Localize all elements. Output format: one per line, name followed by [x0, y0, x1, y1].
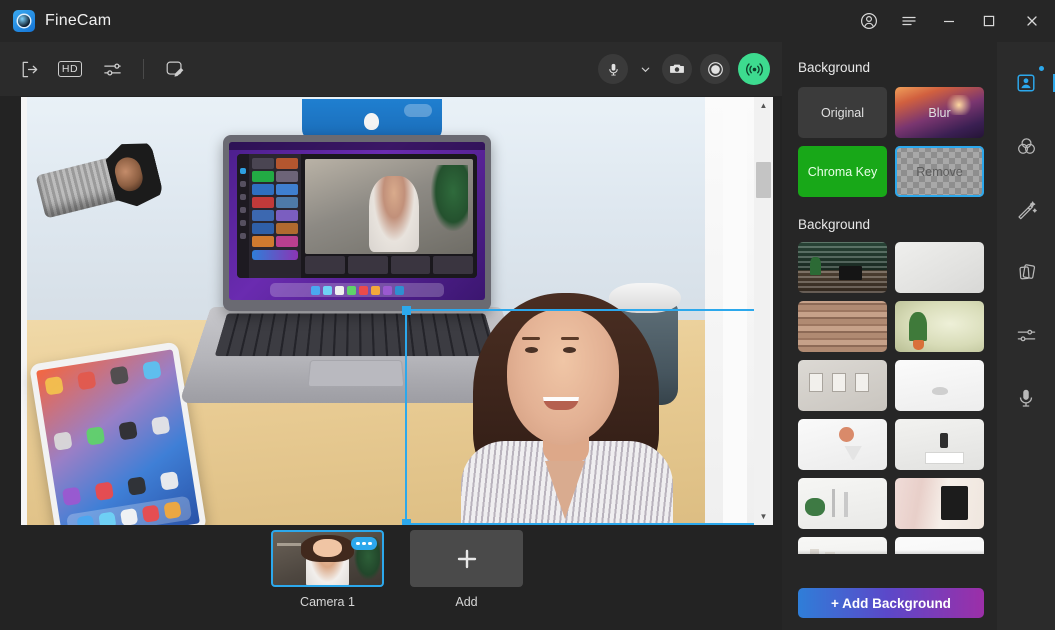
app-branding: FineCam	[0, 10, 111, 32]
camera-source-item[interactable]: Camera 1	[271, 530, 384, 609]
scene-ipad	[29, 341, 207, 525]
hd-icon[interactable]: HD	[54, 54, 86, 84]
mode-label-blur: Blur	[928, 105, 951, 120]
add-camera-item[interactable]: Add	[410, 530, 523, 609]
mode-label-chroma-key: Chroma Key	[807, 164, 878, 179]
hamburger-menu-icon[interactable]	[889, 0, 929, 42]
toolbar-left-group: HD	[12, 42, 191, 96]
background-thumb-white-textured-wall[interactable]	[895, 242, 984, 293]
finecam-app-window: FineCam HD ▲ ▼ Camera 1 Add Background O…	[0, 0, 1055, 630]
rail-item-scenes[interactable]	[1011, 257, 1041, 287]
background-thumb-white-bathroom-shelf[interactable]	[798, 537, 887, 554]
background-panel: Background Original Blur Chroma Key Remo…	[782, 42, 997, 630]
background-thumb-framed-art-wall[interactable]	[798, 360, 887, 411]
toolbar-divider	[143, 59, 144, 79]
camera-source-strip: Camera 1 Add	[21, 530, 773, 622]
rail-item-background[interactable]	[1011, 66, 1055, 98]
background-section-title: Background	[798, 60, 871, 75]
whiteboard-annotate-icon[interactable]	[159, 54, 191, 84]
background-thumb-pink-curtain-frame[interactable]	[895, 478, 984, 529]
finecam-logo-icon	[13, 10, 35, 32]
title-bar: FineCam	[0, 0, 1055, 42]
rail-item-adjust[interactable]	[1011, 320, 1041, 350]
minimize-icon[interactable]	[929, 0, 969, 42]
export-output-icon[interactable]	[12, 54, 44, 84]
background-mode-chroma-key[interactable]: Chroma Key	[798, 146, 887, 197]
camera-preview[interactable]	[21, 97, 773, 525]
background-mode-blur[interactable]: Blur	[895, 87, 984, 138]
background-mode-original[interactable]: Original	[798, 87, 887, 138]
background-thumb-pink-vase-wall[interactable]	[798, 419, 887, 470]
background-thumb-white-ceiling-lamp[interactable]	[895, 360, 984, 411]
rail-badge-dot	[1039, 66, 1044, 71]
scene-macbook-lid	[223, 135, 491, 311]
background-thumb-pink-floral-white[interactable]	[895, 537, 984, 554]
background-thumb-plant-shelf-white[interactable]	[798, 478, 887, 529]
background-thumb-window-blinds-desk[interactable]	[798, 242, 887, 293]
more-options-dots-icon[interactable]	[351, 537, 377, 550]
scene-edge-left	[21, 97, 27, 525]
plus-icon[interactable]	[410, 530, 523, 587]
scroll-down-arrow-icon[interactable]: ▼	[754, 508, 773, 525]
resize-handle-bottom-left[interactable]	[402, 519, 411, 525]
account-circle-icon[interactable]	[849, 0, 889, 42]
background-thumb-stone-brick-wall[interactable]	[798, 301, 887, 352]
background-thumbnail-grid	[782, 232, 997, 554]
record-icon[interactable]	[700, 54, 730, 84]
background-mode-grid: Original Blur Chroma Key Remove	[782, 75, 997, 197]
chevron-down-icon[interactable]	[636, 54, 654, 84]
scroll-up-arrow-icon[interactable]: ▲	[754, 97, 773, 114]
selection-rectangle[interactable]	[402, 306, 773, 525]
background-thumb-plant-green-wall[interactable]	[895, 301, 984, 352]
sliders-settings-icon[interactable]	[96, 54, 128, 84]
background-thumb-white-sideboard[interactable]	[895, 419, 984, 470]
background-library-title: Background	[798, 217, 871, 232]
add-camera-label: Add	[455, 595, 478, 609]
camera-1-label: Camera 1	[300, 595, 355, 609]
mode-label-remove: Remove	[916, 164, 963, 179]
mode-label-original: Original	[820, 105, 865, 120]
window-controls	[849, 0, 1055, 42]
maximize-icon[interactable]	[969, 0, 1009, 42]
camera-1-thumbnail[interactable]	[271, 530, 384, 587]
add-background-button[interactable]: + Add Background	[798, 588, 984, 618]
scrollbar-thumb[interactable]	[756, 162, 771, 198]
right-tool-rail	[997, 42, 1055, 630]
close-icon[interactable]	[1009, 0, 1055, 42]
preview-scrollbar[interactable]: ▲ ▼	[754, 97, 773, 525]
app-title: FineCam	[45, 12, 112, 29]
rail-item-audio[interactable]	[1011, 383, 1041, 413]
scrollbar-track[interactable]	[754, 114, 773, 508]
background-mode-remove[interactable]: Remove	[895, 146, 984, 197]
scene-phone-camera	[404, 104, 432, 117]
microphone-icon[interactable]	[598, 54, 628, 84]
hd-label: HD	[57, 60, 83, 78]
broadcast-live-icon[interactable]	[738, 53, 770, 85]
rail-item-beauty[interactable]	[1011, 194, 1041, 224]
resize-handle-top-left[interactable]	[402, 306, 411, 315]
rail-item-filters[interactable]	[1011, 131, 1041, 161]
camera-snapshot-icon[interactable]	[662, 54, 692, 84]
toolbar-center-group	[598, 42, 770, 96]
